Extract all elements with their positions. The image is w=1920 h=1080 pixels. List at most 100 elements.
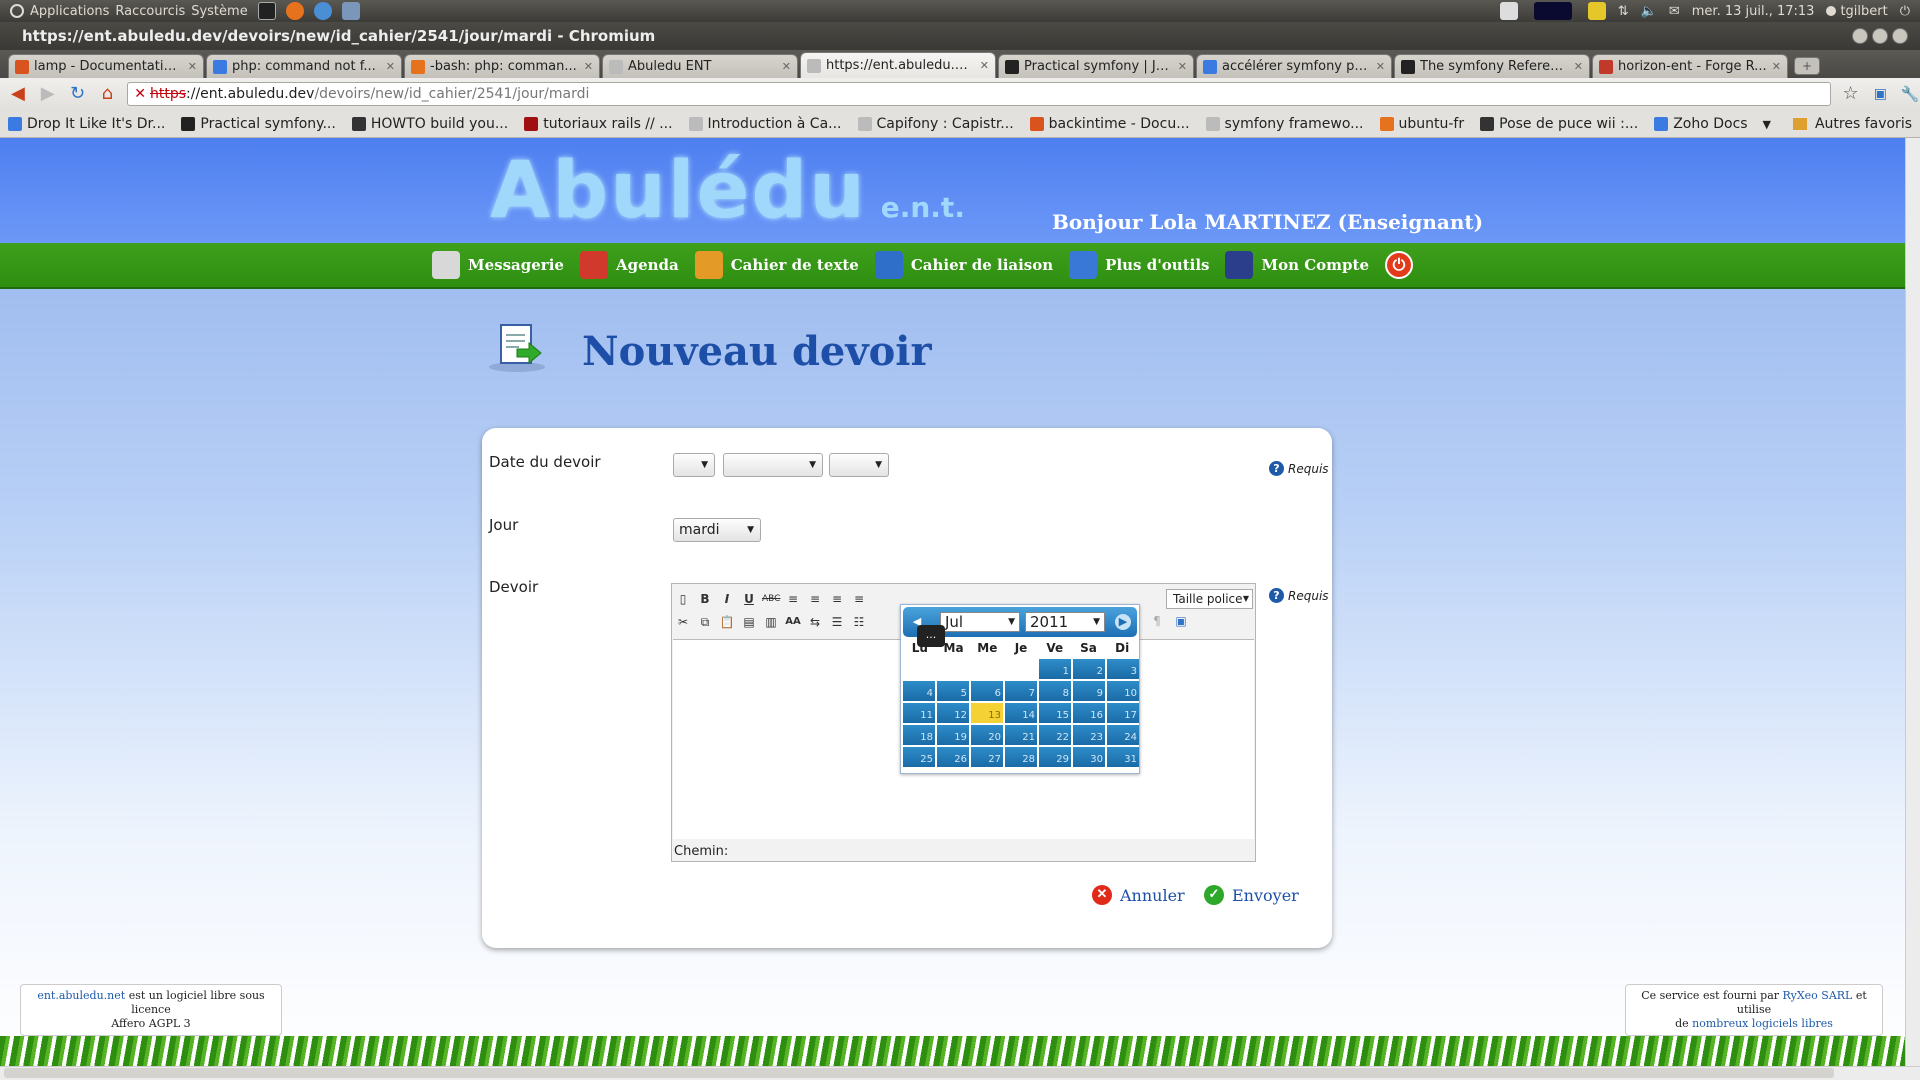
calendar-day[interactable]: 7 bbox=[1005, 681, 1037, 701]
calendar-day[interactable]: 20 bbox=[971, 725, 1003, 745]
browser-tab[interactable]: The symfony Referen... ✕ bbox=[1394, 54, 1590, 78]
underline-icon[interactable]: U bbox=[740, 590, 758, 608]
horizontal-scrollbar-thumb[interactable] bbox=[4, 1068, 1834, 1078]
browser-tab[interactable]: Practical symfony | Jo... ✕ bbox=[998, 54, 1194, 78]
maximize-button[interactable] bbox=[1872, 28, 1888, 44]
bookmark-item[interactable]: Pose de puce wii :... bbox=[1480, 116, 1638, 132]
browser-tab[interactable]: horizon-ent - Forge R... ✕ bbox=[1592, 54, 1788, 78]
fullscreen-icon[interactable]: ▣ bbox=[1172, 612, 1190, 630]
calendar-month-select[interactable]: Jul ▼ bbox=[940, 612, 1020, 632]
calendar-day[interactable]: 9 bbox=[1073, 681, 1105, 701]
browser-tab[interactable]: -bash: php: comman... ✕ bbox=[404, 54, 600, 78]
wrench-menu-icon[interactable]: 🔧 bbox=[1900, 84, 1920, 104]
calendar-day[interactable]: 19 bbox=[937, 725, 969, 745]
panel-menu-raccourcis[interactable]: Raccourcis bbox=[115, 4, 185, 19]
copy-icon[interactable]: ⧉ bbox=[696, 613, 714, 631]
devoir-required[interactable]: ? Requis bbox=[1269, 588, 1329, 603]
align-left-icon[interactable]: ≡ bbox=[784, 590, 802, 608]
calendar-day-today[interactable]: 13 bbox=[971, 703, 1003, 723]
firefox-icon[interactable] bbox=[285, 2, 304, 20]
forward-arrow-icon[interactable]: ▶ bbox=[38, 84, 58, 104]
tab-close-icon[interactable]: ✕ bbox=[1376, 60, 1385, 73]
calendar-day[interactable]: 18 bbox=[903, 725, 935, 745]
panel-menu-applications[interactable]: Applications bbox=[30, 4, 109, 19]
chromium-icon[interactable] bbox=[313, 2, 332, 20]
calendar-day[interactable]: 29 bbox=[1039, 747, 1071, 767]
minimize-button[interactable] bbox=[1852, 28, 1868, 44]
bookmark-item[interactable]: Drop It Like It's Dr... bbox=[8, 116, 165, 132]
back-arrow-icon[interactable]: ◀ bbox=[8, 84, 28, 104]
nav-messagerie[interactable]: Messagerie bbox=[432, 251, 564, 279]
submit-button[interactable]: ✓ Envoyer bbox=[1204, 885, 1299, 905]
mail-icon[interactable]: ✉ bbox=[1669, 4, 1680, 19]
footer-link-abuledu[interactable]: ent.abuledu.net bbox=[37, 989, 125, 1002]
calendar-day[interactable]: 30 bbox=[1073, 747, 1105, 767]
calendar-day[interactable]: 8 bbox=[1039, 681, 1071, 701]
bookmark-item[interactable]: Introduction à Ca... bbox=[688, 116, 842, 132]
bookmark-item[interactable]: backintime - Docu... bbox=[1029, 116, 1190, 132]
align-right-icon[interactable]: ≡ bbox=[828, 590, 846, 608]
browser-tab[interactable]: php: command not f... ✕ bbox=[206, 54, 402, 78]
tab-close-icon[interactable]: ✕ bbox=[980, 59, 989, 72]
calendar-day[interactable]: 22 bbox=[1039, 725, 1071, 745]
date-month-select[interactable]: ▼ bbox=[723, 453, 823, 477]
new-tab-button[interactable]: + bbox=[1794, 57, 1820, 75]
cut-icon[interactable]: ✂ bbox=[674, 613, 692, 631]
calendar-day[interactable]: 28 bbox=[1005, 747, 1037, 767]
footer-link-ryxeo[interactable]: RyXeo SARL bbox=[1783, 989, 1853, 1002]
strikethrough-icon[interactable]: ABC bbox=[762, 590, 780, 608]
paste-word-icon[interactable]: ▥ bbox=[762, 613, 780, 631]
tab-close-icon[interactable]: ✕ bbox=[386, 60, 395, 73]
network-icon[interactable]: ⇅ bbox=[1618, 4, 1629, 19]
calendar-day[interactable]: 25 bbox=[903, 747, 935, 767]
panel-menu-systeme[interactable]: Système bbox=[191, 4, 247, 19]
bullet-list-icon[interactable]: ☰ bbox=[828, 613, 846, 631]
calendar-day[interactable]: 15 bbox=[1039, 703, 1071, 723]
bookmark-star-icon[interactable]: ☆ bbox=[1841, 84, 1861, 104]
calendar-day[interactable]: 5 bbox=[937, 681, 969, 701]
footer-link-logiciels[interactable]: nombreux logiciels libres bbox=[1692, 1017, 1833, 1030]
bookmark-item[interactable]: symfony framewo... bbox=[1205, 116, 1364, 132]
vertical-scrollbar[interactable] bbox=[1905, 138, 1920, 1066]
bookmark-item[interactable]: tutoriaux rails // ... bbox=[524, 116, 673, 132]
calendar-day[interactable]: 14 bbox=[1005, 703, 1037, 723]
calendar-day[interactable]: 11 bbox=[903, 703, 935, 723]
notes-icon[interactable] bbox=[1587, 2, 1606, 20]
insecure-lock-icon[interactable]: ✕ bbox=[134, 86, 146, 102]
panel-clock[interactable]: mer. 13 juil., 17:13 bbox=[1692, 4, 1815, 19]
calendar-day[interactable]: 2 bbox=[1073, 659, 1105, 679]
calendar-day[interactable]: 21 bbox=[1005, 725, 1037, 745]
screenshot-icon[interactable] bbox=[1499, 2, 1518, 20]
ubuntu-logo-icon[interactable] bbox=[10, 4, 24, 18]
bookmark-item[interactable]: Capifony : Capistr... bbox=[857, 116, 1014, 132]
tab-close-icon[interactable]: ✕ bbox=[188, 60, 197, 73]
browser-tab[interactable]: accélérer symfony pr... ✕ bbox=[1196, 54, 1392, 78]
calendar-day[interactable]: 6 bbox=[971, 681, 1003, 701]
bookmark-item[interactable]: Practical symfony... bbox=[181, 116, 336, 132]
jour-select[interactable]: mardi ▼ bbox=[673, 518, 761, 542]
browser-tab-active[interactable]: https://ent.abuledu.d... ✕ bbox=[800, 52, 996, 78]
nav-plus-outils[interactable]: Plus d'outils bbox=[1069, 251, 1209, 279]
find-icon[interactable]: AA bbox=[784, 613, 802, 631]
home-icon[interactable]: ⌂ bbox=[97, 84, 117, 104]
italic-icon[interactable]: I bbox=[718, 590, 736, 608]
font-size-select[interactable]: Taille police ▼ bbox=[1166, 589, 1253, 609]
shutdown-icon[interactable]: ⏻ bbox=[1900, 4, 1910, 19]
tab-close-icon[interactable]: ✕ bbox=[1574, 60, 1583, 73]
nav-cahier-de-liaison[interactable]: Cahier de liaison bbox=[874, 251, 1053, 279]
calendar-year-select[interactable]: 2011 ▼ bbox=[1025, 612, 1105, 632]
calendar-day[interactable]: 10 bbox=[1107, 681, 1139, 701]
bookmark-item[interactable]: HOWTO build you... bbox=[351, 116, 508, 132]
other-bookmarks[interactable]: Autres favoris bbox=[1815, 116, 1912, 132]
next-month-icon[interactable]: ▶ bbox=[1115, 614, 1131, 630]
bookmarks-chevron-icon[interactable]: ▼ bbox=[1762, 118, 1770, 131]
calendar-day[interactable]: 1 bbox=[1039, 659, 1071, 679]
logout-power-icon[interactable]: ⏻ bbox=[1385, 251, 1413, 279]
system-monitor-icon[interactable] bbox=[1533, 2, 1572, 20]
calendar-day[interactable]: 17 bbox=[1107, 703, 1139, 723]
align-justify-icon[interactable]: ≡ bbox=[850, 590, 868, 608]
new-document-icon[interactable]: ▯ bbox=[674, 590, 692, 608]
calendar-day[interactable]: 27 bbox=[971, 747, 1003, 767]
browser-tab[interactable]: lamp - Documentatio... ✕ bbox=[8, 54, 204, 78]
calendar-day[interactable]: 3 bbox=[1107, 659, 1139, 679]
